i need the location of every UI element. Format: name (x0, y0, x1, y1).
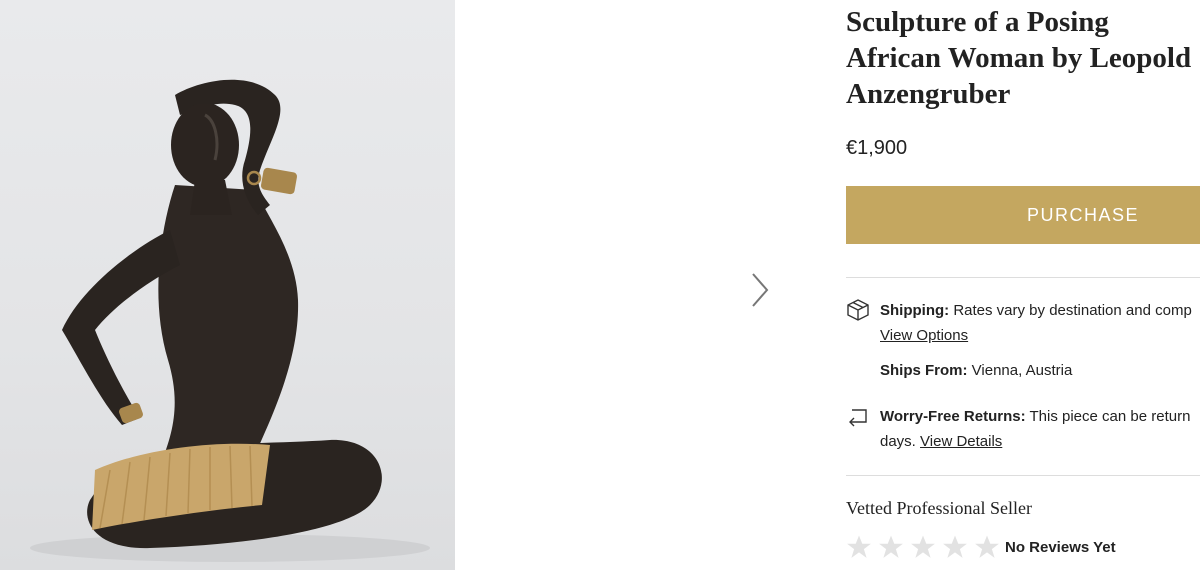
chevron-right-icon (752, 273, 769, 307)
sculpture-image (30, 79, 430, 562)
view-options-link[interactable]: View Options (880, 327, 968, 344)
rating-stars (846, 534, 1000, 560)
shipping-info: Shipping: Rates vary by destination and … (880, 298, 1192, 323)
ships-from-value: Vienna, Austria (967, 362, 1073, 379)
divider (846, 475, 1200, 476)
returns-details-row: days. View Details (880, 429, 1002, 454)
star-icon (911, 535, 935, 558)
next-image-button[interactable] (742, 268, 778, 312)
divider (846, 277, 1200, 278)
seller-label: Vetted Professional Seller (846, 498, 1032, 518)
product-photo[interactable] (0, 0, 455, 570)
returns-label: Worry-Free Returns: (880, 408, 1026, 425)
product-price: €1,900 (846, 137, 908, 159)
star-icon (943, 535, 967, 558)
returns-text-continued: days. (880, 433, 921, 450)
returns-info: Worry-Free Returns: This piece can be re… (880, 404, 1190, 429)
star-icon (879, 535, 903, 558)
shipping-label: Shipping: (880, 302, 950, 319)
star-icon (847, 535, 871, 558)
ships-from-label: Ships From: (880, 362, 968, 379)
return-arrow-icon (849, 409, 867, 427)
view-details-link[interactable]: View Details (920, 433, 1002, 450)
returns-text: This piece can be return (1025, 408, 1191, 425)
product-title: Sculpture of a Posing African Woman by L… (846, 6, 1192, 110)
shipping-options-row: View Options (880, 323, 968, 348)
star-icon (975, 535, 999, 558)
no-reviews-text[interactable]: No Reviews Yet (1005, 539, 1116, 556)
image-gallery (0, 0, 800, 570)
shipping-text: Rates vary by destination and comp (949, 302, 1192, 319)
ships-from-info: Ships From: Vienna, Austria (880, 358, 1072, 383)
product-details-panel: Sculpture of a Posing African Woman by L… (846, 0, 1200, 570)
package-icon (847, 299, 869, 321)
purchase-button[interactable]: PURCHASE (846, 186, 1200, 244)
